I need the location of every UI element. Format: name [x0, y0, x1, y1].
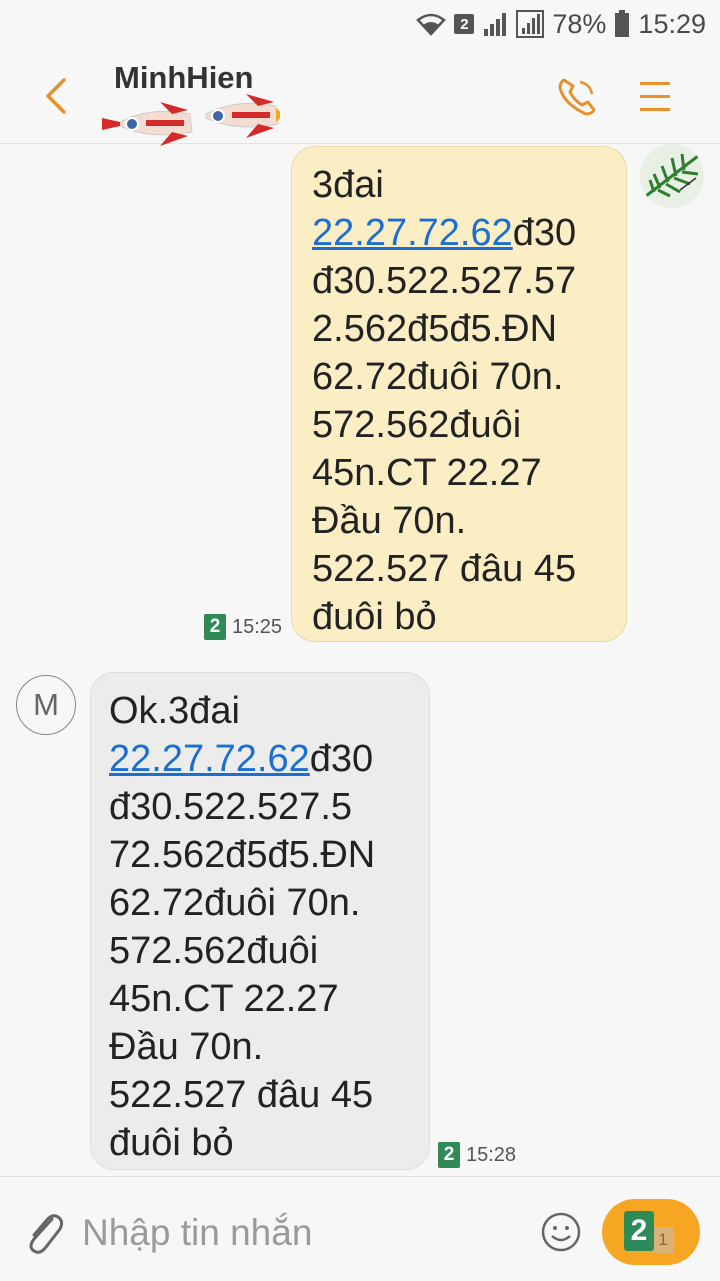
signal-icon	[482, 11, 508, 37]
outgoing-message-meta: 2 15:25	[204, 614, 282, 640]
message-text: đ30	[512, 212, 577, 254]
message-text-body: đ30.522.527.5 72.562đ5đ5.ĐN 62.72đuôi 70…	[109, 786, 376, 1164]
rocket-icon	[100, 92, 284, 161]
message-text-body: đ30.522.527.57 2.562đ5đ5.ĐN 62.72đuôi 70…	[312, 260, 577, 638]
message-text: đ30	[309, 738, 374, 780]
outgoing-message-bubble[interactable]: 3đai 22.27.72.62đ30 đ30.522.527.57 2.562…	[291, 146, 627, 642]
phone-number-link[interactable]: 22.27.72.62	[312, 212, 513, 254]
clock: 15:29	[638, 8, 706, 39]
phone-icon[interactable]	[554, 74, 600, 120]
message-time: 15:28	[466, 1143, 517, 1166]
sim-icon: 2	[438, 1142, 460, 1168]
message-text-line: Ok.3đai	[109, 690, 240, 732]
back-arrow-icon[interactable]	[38, 74, 78, 118]
incoming-message-meta: 2 15:28	[438, 1142, 516, 1168]
message-text-line: 3đai	[312, 164, 384, 206]
sim-badge: 2	[454, 14, 475, 34]
message-input[interactable]	[80, 1207, 524, 1259]
send-button[interactable]: 1 2	[602, 1199, 700, 1265]
battery-icon	[614, 10, 630, 38]
signal-icon-2	[516, 10, 545, 38]
sim-icon-primary: 2	[624, 1211, 654, 1251]
incoming-message-bubble[interactable]: Ok.3đai 22.27.72.62đ30 đ30.522.527.5 72.…	[90, 672, 430, 1170]
message-composer: 1 2	[0, 1176, 720, 1281]
status-bar: 2 78% 15:29	[0, 0, 720, 48]
phone-number-link[interactable]: 22.27.72.62	[109, 738, 310, 780]
battery-percent: 78%	[552, 8, 607, 39]
paperclip-icon[interactable]	[22, 1209, 66, 1257]
my-avatar[interactable]	[640, 144, 704, 208]
contact-name[interactable]: MinhHien	[114, 60, 254, 96]
sim-icon: 2	[204, 614, 226, 640]
conversation-header: MinhHien	[0, 48, 720, 146]
wifi-icon	[416, 12, 447, 36]
menu-icon[interactable]	[636, 78, 674, 116]
message-time: 15:25	[232, 615, 283, 638]
contact-avatar[interactable]: M	[16, 675, 76, 735]
emoji-icon[interactable]	[540, 1211, 582, 1253]
sim-icon-secondary: 1	[652, 1227, 674, 1253]
